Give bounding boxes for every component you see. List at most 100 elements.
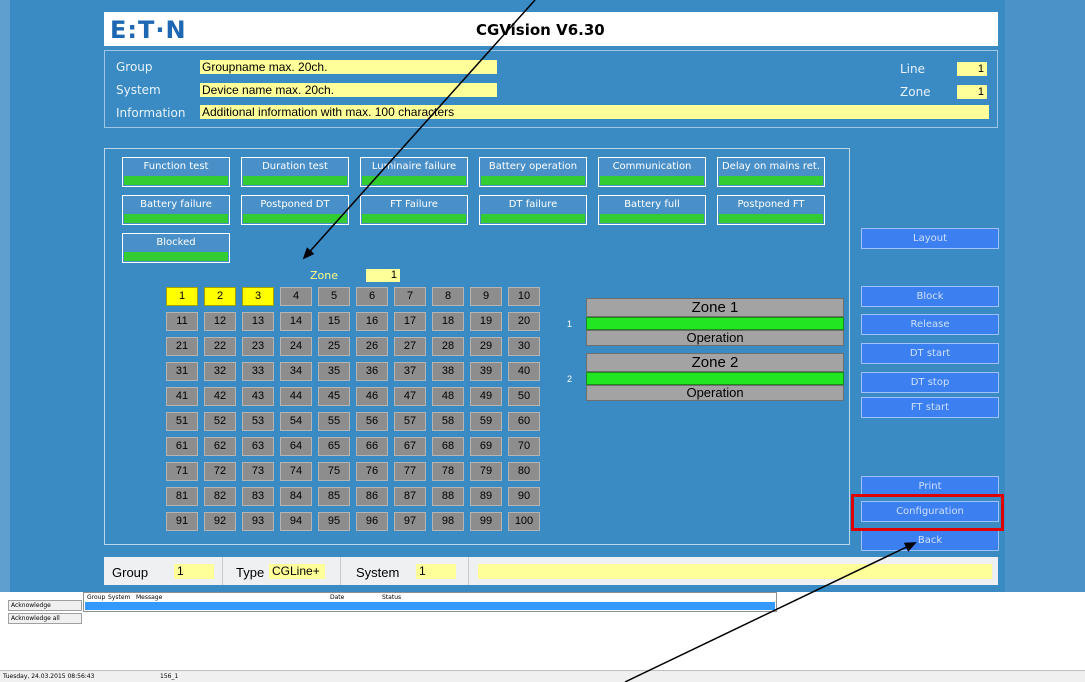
luminaire-cell[interactable]: 82 <box>204 487 236 506</box>
luminaire-cell[interactable]: 88 <box>432 487 464 506</box>
luminaire-cell[interactable]: 7 <box>394 287 426 306</box>
dt-start-button[interactable]: DT start <box>861 343 999 364</box>
luminaire-cell[interactable]: 72 <box>204 462 236 481</box>
group-name-field[interactable]: Groupname max. 20ch. <box>200 60 497 74</box>
luminaire-cell[interactable]: 23 <box>242 337 274 356</box>
grid-zone-field[interactable]: 1 <box>366 269 400 282</box>
luminaire-cell[interactable]: 67 <box>394 437 426 456</box>
luminaire-cell[interactable]: 24 <box>280 337 312 356</box>
luminaire-cell[interactable]: 87 <box>394 487 426 506</box>
luminaire-cell[interactable]: 96 <box>356 512 388 531</box>
block-button[interactable]: Block <box>861 286 999 307</box>
luminaire-cell[interactable]: 17 <box>394 312 426 331</box>
luminaire-cell[interactable]: 29 <box>470 337 502 356</box>
luminaire-cell[interactable]: 18 <box>432 312 464 331</box>
luminaire-cell[interactable]: 1 <box>166 287 198 306</box>
luminaire-cell[interactable]: 47 <box>394 387 426 406</box>
luminaire-cell[interactable]: 53 <box>242 412 274 431</box>
luminaire-cell[interactable]: 2 <box>204 287 236 306</box>
luminaire-cell[interactable]: 32 <box>204 362 236 381</box>
luminaire-cell[interactable]: 99 <box>470 512 502 531</box>
luminaire-cell[interactable]: 62 <box>204 437 236 456</box>
luminaire-cell[interactable]: 94 <box>280 512 312 531</box>
zone-panel[interactable]: Zone 1 Operation <box>586 298 844 346</box>
luminaire-cell[interactable]: 6 <box>356 287 388 306</box>
luminaire-cell[interactable]: 11 <box>166 312 198 331</box>
luminaire-cell[interactable]: 64 <box>280 437 312 456</box>
luminaire-cell[interactable]: 34 <box>280 362 312 381</box>
luminaire-cell[interactable]: 13 <box>242 312 274 331</box>
luminaire-cell[interactable]: 65 <box>318 437 350 456</box>
luminaire-cell[interactable]: 39 <box>470 362 502 381</box>
zone-panel[interactable]: Zone 2 Operation <box>586 353 844 401</box>
luminaire-cell[interactable]: 84 <box>280 487 312 506</box>
luminaire-cell[interactable]: 31 <box>166 362 198 381</box>
luminaire-cell[interactable]: 63 <box>242 437 274 456</box>
luminaire-cell[interactable]: 90 <box>508 487 540 506</box>
luminaire-cell[interactable]: 19 <box>470 312 502 331</box>
luminaire-cell[interactable]: 50 <box>508 387 540 406</box>
luminaire-cell[interactable]: 59 <box>470 412 502 431</box>
luminaire-cell[interactable]: 56 <box>356 412 388 431</box>
luminaire-cell[interactable]: 71 <box>166 462 198 481</box>
luminaire-cell[interactable]: 61 <box>166 437 198 456</box>
luminaire-cell[interactable]: 27 <box>394 337 426 356</box>
luminaire-cell[interactable]: 81 <box>166 487 198 506</box>
luminaire-cell[interactable]: 48 <box>432 387 464 406</box>
luminaire-cell[interactable]: 68 <box>432 437 464 456</box>
luminaire-cell[interactable]: 26 <box>356 337 388 356</box>
luminaire-cell[interactable]: 100 <box>508 512 540 531</box>
luminaire-cell[interactable]: 66 <box>356 437 388 456</box>
luminaire-cell[interactable]: 77 <box>394 462 426 481</box>
luminaire-cell[interactable]: 78 <box>432 462 464 481</box>
luminaire-cell[interactable]: 46 <box>356 387 388 406</box>
back-button[interactable]: Back <box>861 530 999 551</box>
luminaire-cell[interactable]: 57 <box>394 412 426 431</box>
luminaire-cell[interactable]: 60 <box>508 412 540 431</box>
luminaire-cell[interactable]: 54 <box>280 412 312 431</box>
luminaire-cell[interactable]: 74 <box>280 462 312 481</box>
luminaire-cell[interactable]: 83 <box>242 487 274 506</box>
luminaire-cell[interactable]: 73 <box>242 462 274 481</box>
luminaire-cell[interactable]: 4 <box>280 287 312 306</box>
luminaire-cell[interactable]: 89 <box>470 487 502 506</box>
luminaire-cell[interactable]: 49 <box>470 387 502 406</box>
layout-button[interactable]: Layout <box>861 228 999 249</box>
ft-start-button[interactable]: FT start <box>861 397 999 418</box>
luminaire-cell[interactable]: 44 <box>280 387 312 406</box>
luminaire-cell[interactable]: 98 <box>432 512 464 531</box>
acknowledge-all-button[interactable]: Acknowledge all <box>8 613 82 624</box>
luminaire-cell[interactable]: 15 <box>318 312 350 331</box>
luminaire-cell[interactable]: 35 <box>318 362 350 381</box>
luminaire-cell[interactable]: 21 <box>166 337 198 356</box>
luminaire-cell[interactable]: 33 <box>242 362 274 381</box>
luminaire-cell[interactable]: 69 <box>470 437 502 456</box>
dt-stop-button[interactable]: DT stop <box>861 372 999 393</box>
luminaire-cell[interactable]: 25 <box>318 337 350 356</box>
luminaire-cell[interactable]: 36 <box>356 362 388 381</box>
luminaire-cell[interactable]: 28 <box>432 337 464 356</box>
luminaire-cell[interactable]: 51 <box>166 412 198 431</box>
luminaire-cell[interactable]: 14 <box>280 312 312 331</box>
information-field[interactable]: Additional information with max. 100 cha… <box>200 105 989 119</box>
luminaire-cell[interactable]: 30 <box>508 337 540 356</box>
luminaire-cell[interactable]: 3 <box>242 287 274 306</box>
luminaire-cell[interactable]: 12 <box>204 312 236 331</box>
system-name-field[interactable]: Device name max. 20ch. <box>200 83 497 97</box>
luminaire-cell[interactable]: 22 <box>204 337 236 356</box>
luminaire-cell[interactable]: 45 <box>318 387 350 406</box>
luminaire-cell[interactable]: 43 <box>242 387 274 406</box>
luminaire-cell[interactable]: 9 <box>470 287 502 306</box>
luminaire-cell[interactable]: 92 <box>204 512 236 531</box>
luminaire-cell[interactable]: 40 <box>508 362 540 381</box>
zone-field[interactable]: 1 <box>957 85 987 99</box>
luminaire-cell[interactable]: 37 <box>394 362 426 381</box>
luminaire-cell[interactable]: 76 <box>356 462 388 481</box>
luminaire-cell[interactable]: 8 <box>432 287 464 306</box>
luminaire-cell[interactable]: 91 <box>166 512 198 531</box>
luminaire-cell[interactable]: 16 <box>356 312 388 331</box>
luminaire-cell[interactable]: 79 <box>470 462 502 481</box>
acknowledge-button[interactable]: Acknowledge <box>8 600 82 611</box>
luminaire-cell[interactable]: 41 <box>166 387 198 406</box>
luminaire-cell[interactable]: 20 <box>508 312 540 331</box>
